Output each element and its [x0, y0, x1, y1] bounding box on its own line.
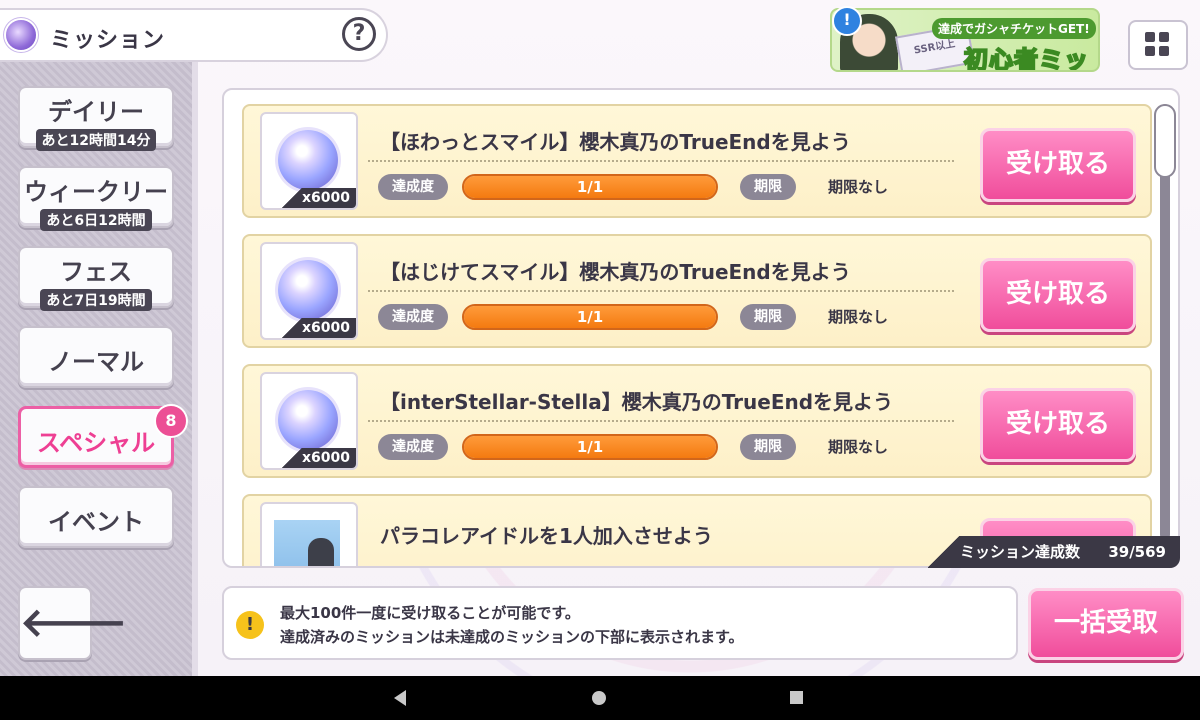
android-nav-bar [0, 676, 1200, 720]
mission-title: パラコレアイドルを1人加入させよう [380, 524, 713, 548]
tab-event[interactable]: イベント [18, 486, 174, 548]
progress-label: 達成度 [378, 304, 448, 330]
deadline-label: 期限 [740, 174, 796, 200]
deadline-value: 期限なし [828, 308, 889, 326]
progress-bar: 1/1 [462, 174, 718, 200]
mission-list[interactable]: x6000 【ほわっとスマイル】櫻木真乃のTrueEndを見よう 達成度 1/1… [224, 90, 1178, 566]
mission-count-value: 39/569 [1108, 543, 1166, 561]
grid-menu-button[interactable] [1128, 20, 1188, 70]
reward-thumbnail: x6000 [260, 242, 358, 340]
back-button[interactable]: 🡐 [18, 586, 127, 660]
banner-title: 初心者ミッション [963, 45, 1089, 72]
jewel-icon [278, 130, 338, 190]
warning-icon: ! [236, 611, 264, 639]
grid-icon [1145, 32, 1155, 42]
progress-bar: 1/1 [462, 304, 718, 330]
mission-title: 【interStellar-Stella】櫻木真乃のTrueEndを見よう [380, 390, 894, 414]
page-title: ミッション [50, 28, 166, 53]
android-recents-icon[interactable] [790, 691, 803, 704]
mission-card: x6000 【はじけてスマイル】櫻木真乃のTrueEndを見よう 達成度 1/1… [242, 234, 1152, 348]
grid-icon [1145, 46, 1155, 56]
divider [368, 290, 954, 292]
tab-daily[interactable]: デイリー あと12時間14分 [18, 86, 174, 151]
reward-quantity: x6000 [282, 318, 356, 338]
tab-special[interactable]: スペシャル [18, 406, 174, 468]
beginner-mission-banner[interactable]: SSR以上 達成でガシャチケットGET! 初心者ミッション [830, 8, 1100, 72]
reward-thumbnail: x6000 [260, 372, 358, 470]
notification-badge: 8 [154, 404, 188, 438]
deadline-label: 期限 [740, 304, 796, 330]
deadline-value: 期限なし [828, 178, 889, 196]
tab-label: ウィークリー [24, 178, 168, 206]
mission-count-label: ミッション達成数 [960, 543, 1081, 561]
progress-label: 達成度 [378, 174, 448, 200]
grid-icon [1159, 46, 1169, 56]
header-bar: ミッション ? [0, 8, 388, 62]
tab-timer: あと6日12時間 [40, 209, 152, 231]
mission-count: ミッション達成数 39/569 [928, 536, 1180, 568]
reward-thumbnail: x6000 [260, 112, 358, 210]
deadline-label: 期限 [740, 434, 796, 460]
receive-button[interactable]: 受け取る [980, 258, 1136, 332]
tab-label: ノーマル [48, 348, 144, 376]
tab-timer: あと12時間14分 [35, 129, 157, 151]
deadline-value: 期限なし [828, 438, 889, 456]
progress-text: 1/1 [576, 438, 604, 456]
info-box: ! 最大100件一度に受け取ることが可能です。 達成済みのミッションは未達成のミ… [222, 586, 1018, 660]
mission-title: 【ほわっとスマイル】櫻木真乃のTrueEndを見よう [380, 130, 851, 154]
android-home-icon[interactable] [592, 691, 606, 705]
jewel-icon [278, 260, 338, 320]
tab-label: イベント [48, 508, 144, 536]
idol-figure [308, 538, 334, 566]
progress-label: 達成度 [378, 434, 448, 460]
tab-normal[interactable]: ノーマル [18, 326, 174, 388]
reward-quantity: x6000 [282, 188, 356, 208]
alert-icon: ! [832, 6, 862, 36]
tab-label: デイリー [48, 98, 144, 126]
idol-photo-icon [274, 520, 340, 566]
progress-text: 1/1 [576, 178, 604, 196]
receive-button[interactable]: 受け取る [980, 128, 1136, 202]
divider [368, 420, 954, 422]
info-line-2: 達成済みのミッションは未達成のミッションの下部に表示されます。 [280, 628, 744, 646]
tab-timer: あと7日19時間 [40, 289, 152, 311]
tab-label: フェス [60, 258, 132, 286]
scrollbar-thumb[interactable] [1154, 104, 1176, 178]
android-back-icon[interactable] [394, 690, 406, 706]
progress-bar: 1/1 [462, 434, 718, 460]
jewel-icon [278, 390, 338, 450]
bulk-receive-button[interactable]: 一括受取 [1028, 588, 1184, 660]
mission-title: 【はじけてスマイル】櫻木真乃のTrueEndを見よう [380, 260, 851, 284]
mission-logo-icon [6, 20, 36, 50]
progress-text: 1/1 [576, 308, 604, 326]
info-line-1: 最大100件一度に受け取ることが可能です。 [280, 604, 580, 622]
tab-weekly[interactable]: ウィークリー あと6日12時間 [18, 166, 174, 231]
tab-label: スペシャル [36, 429, 156, 457]
tab-fes[interactable]: フェス あと7日19時間 [18, 246, 174, 311]
receive-button[interactable]: 受け取る [980, 388, 1136, 462]
divider [368, 160, 954, 162]
side-rail-edge [192, 60, 198, 676]
help-icon[interactable]: ? [342, 17, 376, 51]
grid-icon [1159, 32, 1169, 42]
mission-card: x6000 【interStellar-Stella】櫻木真乃のTrueEndを… [242, 364, 1152, 478]
banner-subtitle: 達成でガシャチケットGET! [932, 18, 1096, 39]
reward-thumbnail [260, 502, 358, 566]
mission-list-panel: x6000 【ほわっとスマイル】櫻木真乃のTrueEndを見よう 達成度 1/1… [222, 88, 1180, 568]
back-arrow-icon: 🡐 [20, 600, 128, 646]
reward-quantity: x6000 [282, 448, 356, 468]
mission-card: x6000 【ほわっとスマイル】櫻木真乃のTrueEndを見よう 達成度 1/1… [242, 104, 1152, 218]
